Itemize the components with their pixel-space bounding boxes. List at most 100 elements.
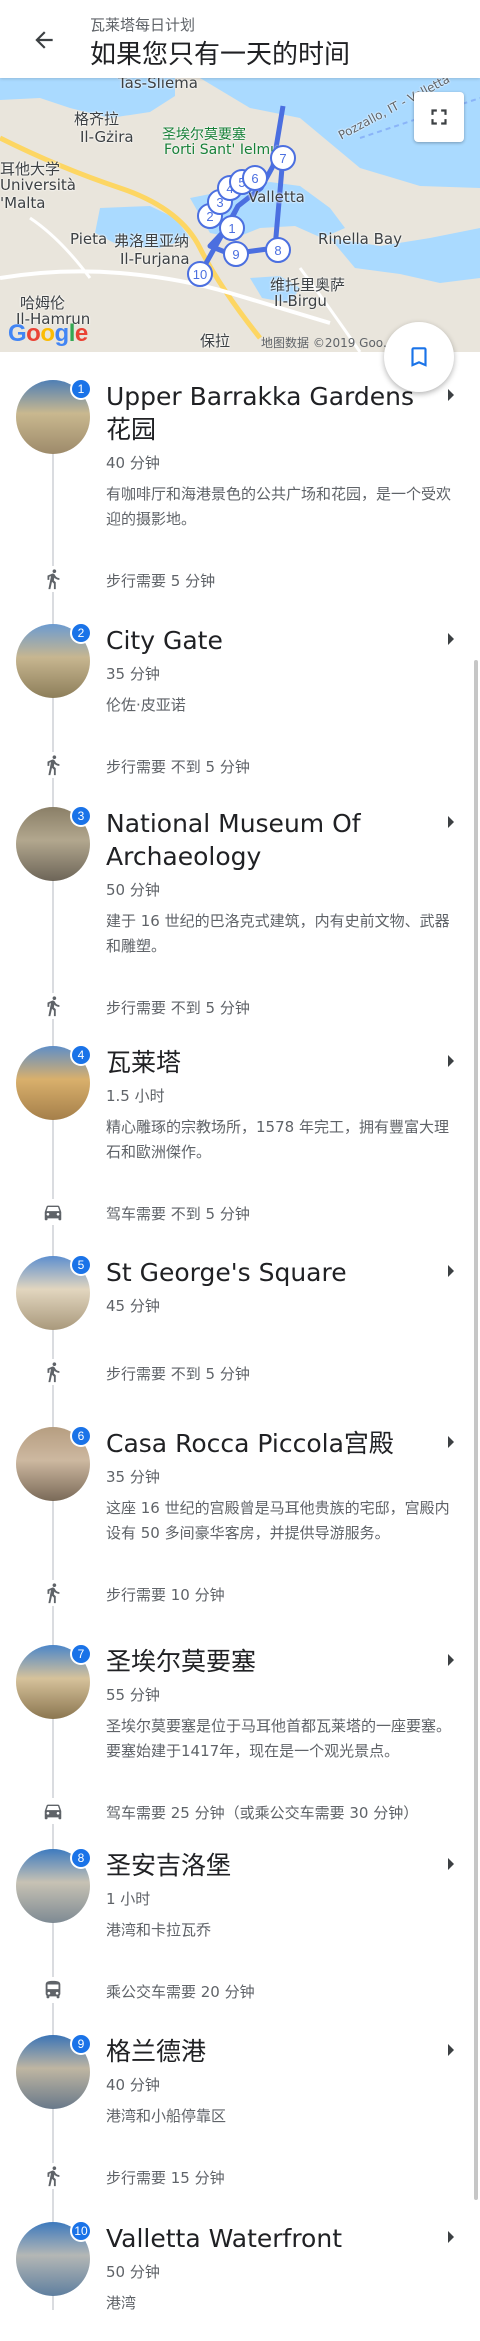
- transit-segment: 驾车需要 25 分钟（或乘公交车需要 30 分钟）: [0, 1796, 480, 1826]
- map-marker[interactable]: 6: [242, 165, 268, 191]
- stop-number-badge: 10: [70, 2220, 92, 2242]
- walk-icon: [40, 2163, 66, 2189]
- google-logo: Google: [8, 320, 88, 347]
- map-label-gzira: Il-Gżira: [80, 128, 134, 146]
- stop-duration: 50 分钟: [106, 2263, 160, 2281]
- map-marker[interactable]: 8: [265, 237, 291, 263]
- transit-segment: 步行需要 不到 5 分钟: [0, 1357, 480, 1387]
- transit-duration: 步行需要 5 分钟: [106, 572, 216, 590]
- stop-name: 格兰德港: [106, 2037, 207, 2066]
- stop-duration: 40 分钟: [106, 454, 160, 472]
- stop-duration: 1 小时: [106, 1890, 151, 1908]
- bookmark-icon: [411, 347, 427, 367]
- transit-duration: 乘公交车需要 20 分钟: [106, 1983, 255, 2001]
- stop-number-badge: 3: [70, 805, 92, 827]
- route-map[interactable]: Tas-Sliema 格齐拉 Il-Gżira 耳他大学 Università …: [0, 78, 480, 352]
- stop-description: 圣埃尔莫要塞是位于马耳他首都瓦莱塔的一座要塞。要塞始建于1417年，现在是一个观…: [106, 1717, 452, 1760]
- car-icon: [40, 1199, 66, 1225]
- stop-number-badge: 6: [70, 1425, 92, 1447]
- stop-duration: 35 分钟: [106, 1468, 160, 1486]
- map-label-uni2: 'Malta: [0, 194, 46, 212]
- stop-description: 港湾: [106, 2294, 137, 2312]
- fullscreen-icon: [431, 109, 447, 125]
- stop-name: City Gate: [106, 626, 223, 655]
- chevron-right-icon: [448, 389, 454, 401]
- back-button[interactable]: [24, 20, 64, 60]
- stop-name: 圣安吉洛堡: [106, 1851, 232, 1880]
- chevron-right-icon: [448, 1436, 454, 1448]
- stop-duration: 40 分钟: [106, 2076, 160, 2094]
- stop-duration: 1.5 小时: [106, 1087, 165, 1105]
- map-label-fort: Forti Sant' Ielmu: [164, 142, 279, 158]
- arrow-back-icon: [35, 31, 53, 49]
- chevron-right-icon: [448, 1265, 454, 1277]
- transit-duration: 步行需要 不到 5 分钟: [106, 999, 250, 1017]
- map-label-tas-sliema: Tas-Sliema: [118, 78, 198, 92]
- stop-number-badge: 9: [70, 2033, 92, 2055]
- stop-duration: 35 分钟: [106, 665, 160, 683]
- car-icon: [40, 1798, 66, 1824]
- stop-name: Upper Barrakka Gardens 花园: [106, 382, 414, 444]
- stop-number-badge: 5: [70, 1254, 92, 1276]
- stop-number-badge: 2: [70, 622, 92, 644]
- stop-number-badge: 7: [70, 1643, 92, 1665]
- walk-icon: [40, 1359, 66, 1385]
- chevron-right-icon: [448, 2231, 454, 2243]
- chevron-right-icon: [448, 816, 454, 828]
- chevron-right-icon: [448, 1858, 454, 1870]
- transit-segment: 步行需要 10 分钟: [0, 1578, 480, 1608]
- transit-segment: 步行需要 不到 5 分钟: [0, 991, 480, 1021]
- scrollbar[interactable]: [474, 660, 478, 2200]
- walk-icon: [40, 1580, 66, 1606]
- chevron-right-icon: [448, 1055, 454, 1067]
- stop-number-badge: 4: [70, 1044, 92, 1066]
- map-label-birgu: Il-Birgu: [274, 292, 327, 310]
- map-label-furjana-cn: 弗洛里亚纳: [114, 232, 190, 250]
- map-label-gzira-cn: 格齐拉: [74, 110, 120, 128]
- map-label-uni1: Università: [0, 176, 76, 194]
- stop-description: 建于 16 世纪的巴洛克式建筑，内有史前文物、武器和雕塑。: [106, 912, 450, 955]
- map-label-paola: 保拉: [200, 332, 231, 350]
- stop-name: 圣埃尔莫要塞: [106, 1647, 257, 1676]
- stop-name: Casa Rocca Piccola宫殿: [106, 1429, 394, 1458]
- stop-name: 瓦莱塔: [106, 1048, 182, 1077]
- transit-duration: 驾车需要 25 分钟（或乘公交车需要 30 分钟）: [106, 1804, 419, 1822]
- stop-description: 港湾和小船停靠区: [106, 2107, 227, 2125]
- walk-icon: [40, 752, 66, 778]
- transit-segment: 步行需要 15 分钟: [0, 2161, 480, 2191]
- stop-number-badge: 1: [70, 378, 92, 400]
- stop-duration: 50 分钟: [106, 881, 160, 899]
- transit-duration: 步行需要 不到 5 分钟: [106, 758, 250, 776]
- transit-segment: 驾车需要 不到 5 分钟: [0, 1197, 480, 1227]
- map-label-fort-cn: 圣埃尔莫要塞: [162, 127, 246, 143]
- fullscreen-button[interactable]: [414, 92, 464, 142]
- chevron-right-icon: [448, 2044, 454, 2056]
- stop-duration: 55 分钟: [106, 1686, 160, 1704]
- transit-segment: 步行需要 不到 5 分钟: [0, 750, 480, 780]
- map-marker[interactable]: 9: [223, 241, 249, 267]
- map-marker[interactable]: 1: [219, 215, 245, 241]
- bus-icon: [40, 1977, 66, 2003]
- transit-segment: 乘公交车需要 20 分钟: [0, 1975, 480, 2005]
- stop-name: St George's Square: [106, 1258, 347, 1287]
- app-bar: 瓦莱塔每日计划 如果您只有一天的时间: [0, 0, 480, 78]
- map-label-rinella: Rinella Bay: [318, 230, 402, 248]
- transit-duration: 步行需要 15 分钟: [106, 2169, 225, 2187]
- stop-description: 精心雕琢的宗教场所，1578 年完工，拥有豐富大理石和歐洲傑作。: [106, 1118, 449, 1161]
- stop-description: 伦佐·皮亚诺: [106, 696, 186, 714]
- page-title: 如果您只有一天的时间: [90, 40, 351, 70]
- stop-number-badge: 8: [70, 1847, 92, 1869]
- transit-duration: 步行需要 不到 5 分钟: [106, 1365, 250, 1383]
- plan-subtitle: 瓦莱塔每日计划: [90, 16, 196, 34]
- map-marker[interactable]: 7: [270, 145, 296, 171]
- transit-duration: 驾车需要 不到 5 分钟: [106, 1205, 250, 1223]
- stop-description: 这座 16 世纪的宫殿曾是马耳他贵族的宅邸，宫殿内设有 50 多间豪华客房，并提…: [106, 1499, 450, 1542]
- stop-description: 港湾和卡拉瓦乔: [106, 1921, 212, 1939]
- chevron-right-icon: [448, 1654, 454, 1666]
- walk-icon: [40, 993, 66, 1019]
- transit-duration: 步行需要 10 分钟: [106, 1586, 225, 1604]
- stop-name: National Museum Of Archaeology: [106, 809, 361, 871]
- bookmark-button[interactable]: [384, 322, 454, 392]
- map-marker[interactable]: 10: [187, 261, 213, 287]
- walk-icon: [40, 566, 66, 592]
